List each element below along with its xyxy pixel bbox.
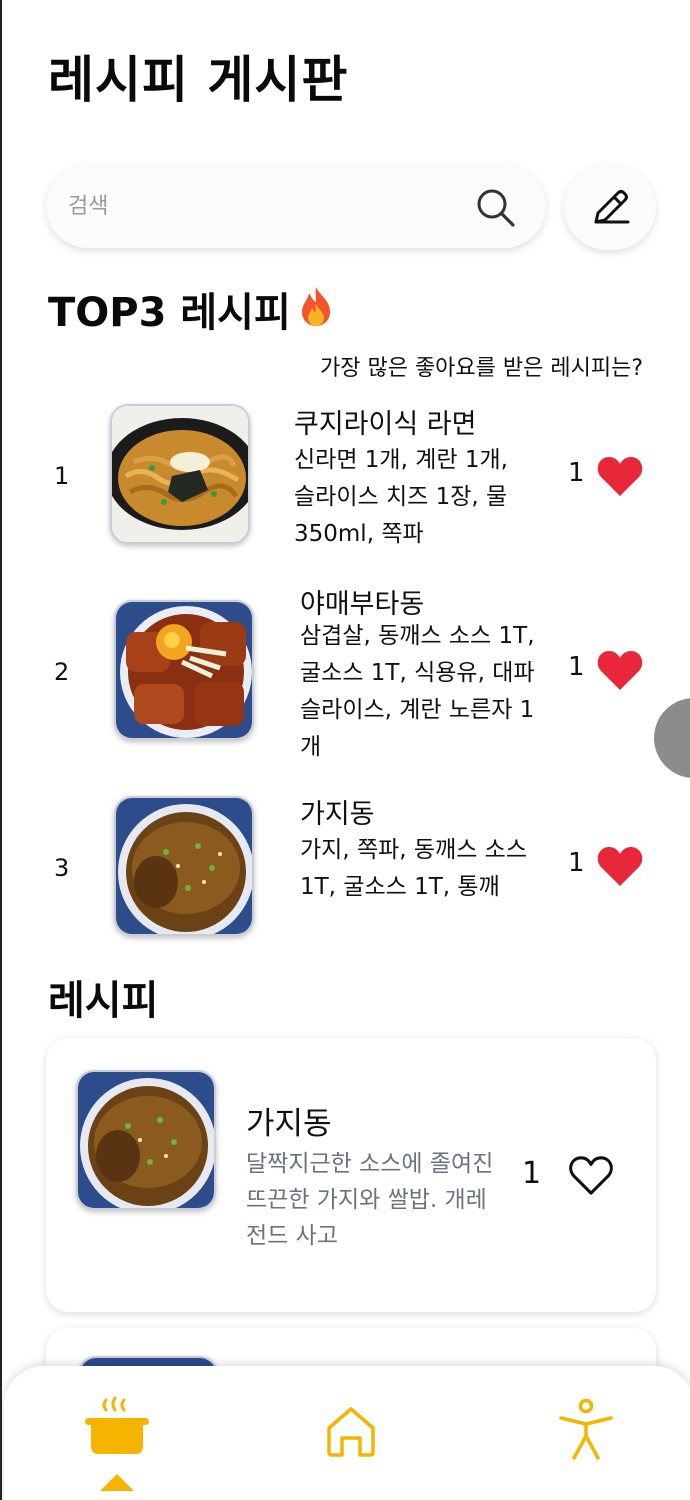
active-tab-indicator <box>100 1474 134 1491</box>
fire-icon <box>302 287 330 326</box>
heart-filled-icon[interactable] <box>596 648 644 692</box>
like-count: 1 <box>568 848 585 878</box>
rank-number: 3 <box>54 854 70 882</box>
recipe-name: 가지동 <box>246 1106 332 1142</box>
like-count: 1 <box>568 458 585 488</box>
eggplant-don-photo <box>114 796 254 936</box>
search-input[interactable] <box>68 182 468 230</box>
top-recipe-row[interactable]: 2 야매부타동 삼겹살, 동깨스 소스 1T, 굴소스 1T, 식용유, 대파 … <box>2 589 690 760</box>
app-screen: 레시피 게시판 TOP3 레시피 가장 많은 좋아요를 받은 레시피는? 1 <box>0 0 690 1500</box>
cooking-pot-icon[interactable] <box>82 1396 152 1458</box>
eggplant-don-photo <box>76 1070 216 1210</box>
rank-number: 1 <box>54 462 70 490</box>
recipe-name: 야매부타동 <box>300 589 425 620</box>
search-bar[interactable] <box>46 164 546 248</box>
heart-filled-icon[interactable] <box>596 844 644 888</box>
top-recipe-row[interactable]: 3 가지동 가지, 쪽파, 동깨스 소스 1T, 굴소스 1T, 통깨 1 <box>2 792 690 952</box>
top3-title: TOP3 레시피 <box>48 290 291 336</box>
recipe-description: 달짝지근한 소스에 졸여진 뜨끈한 가지와 쌀밥. 개레전드 사고 <box>246 1151 494 1249</box>
heart-filled-icon[interactable] <box>596 454 644 498</box>
recipe-name: 쿠지라이식 라면 <box>294 409 477 440</box>
ramen-photo <box>110 404 250 544</box>
accessibility-icon[interactable] <box>556 1398 616 1462</box>
write-recipe-button[interactable] <box>564 164 656 250</box>
top-recipe-row[interactable]: 1 쿠지라이식 라면 신라면 1개, 계란 1개, 슬라이스 치즈 1장, 물 … <box>2 400 690 560</box>
page-title: 레시피 게시판 <box>48 51 349 109</box>
top3-subtitle: 가장 많은 좋아요를 받은 레시피는? <box>320 356 644 381</box>
recipe-ingredients: 삼겹살, 동깨스 소스 1T, 굴소스 1T, 식용유, 대파 슬라이스, 계란… <box>300 623 535 760</box>
home-icon[interactable] <box>324 1404 378 1458</box>
like-count: 1 <box>522 1156 542 1191</box>
search-icon[interactable] <box>474 186 518 230</box>
like-count: 1 <box>568 652 585 682</box>
pencil-icon <box>594 190 630 224</box>
butadon-photo <box>114 600 254 740</box>
rank-number: 2 <box>54 658 70 686</box>
recipe-ingredients: 가지, 쪽파, 동깨스 소스 1T, 굴소스 1T, 통깨 <box>300 837 527 900</box>
recipe-ingredients: 신라면 1개, 계란 1개, 슬라이스 치즈 1장, 물 350ml, 쪽파 <box>294 447 508 547</box>
recipe-name: 가지동 <box>300 799 375 830</box>
heart-outline-icon[interactable] <box>568 1154 614 1196</box>
recipes-title: 레시피 <box>48 978 159 1024</box>
